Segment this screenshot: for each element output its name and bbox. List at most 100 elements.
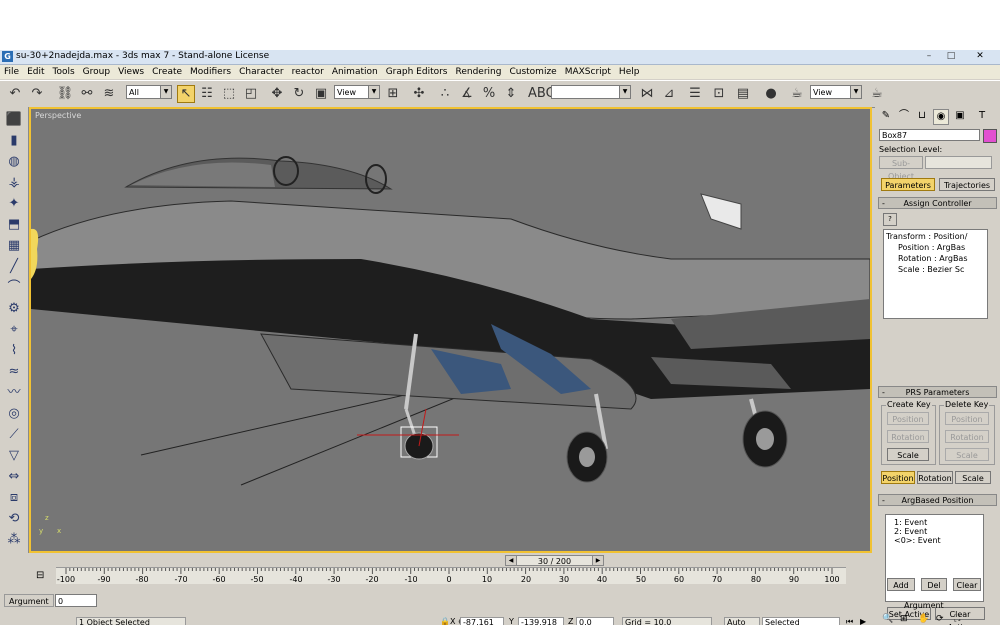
create-sphere-icon[interactable]: ◍ bbox=[5, 153, 23, 171]
key-filter-dropdown[interactable]: Selected bbox=[762, 617, 840, 625]
tree-item-rotation[interactable]: Rotation : ArgBas bbox=[898, 254, 968, 263]
modifier-noise-icon[interactable]: ⁂ bbox=[5, 531, 23, 549]
selection-filter-dropdown[interactable]: All ▼ bbox=[126, 85, 172, 99]
sub-object-button[interactable]: Sub-Object bbox=[879, 156, 923, 181]
argbased-position-rollout[interactable]: - ArgBased Position bbox=[878, 494, 997, 506]
goto-start-icon[interactable]: ⏮ bbox=[846, 617, 853, 625]
prs-parameters-rollout[interactable]: - PRS Parameters bbox=[878, 386, 997, 398]
menu-views[interactable]: Views bbox=[114, 65, 148, 79]
menu-group[interactable]: Group bbox=[79, 65, 114, 79]
assign-controller-rollout[interactable]: - Assign Controller bbox=[878, 197, 997, 209]
tree-item-scale[interactable]: Scale : Bezier Sc bbox=[898, 265, 964, 274]
create-key-rotation-button[interactable]: Rotation bbox=[887, 430, 929, 443]
select-object-icon[interactable]: ↖ bbox=[177, 85, 195, 103]
mirror-icon[interactable]: ⋈ bbox=[638, 85, 656, 103]
window-crossing-icon[interactable]: ◰ bbox=[242, 85, 260, 103]
tree-item-transform[interactable]: Transform : Position/ bbox=[886, 232, 967, 241]
track-bar-icon[interactable]: ⊟ bbox=[36, 570, 44, 581]
create-shape-icon[interactable]: ⌒ bbox=[5, 279, 23, 297]
object-name-field[interactable]: Box87 bbox=[879, 129, 980, 141]
utilities-tab-icon[interactable]: T bbox=[975, 109, 989, 123]
menu-tools[interactable]: Tools bbox=[49, 65, 79, 79]
assign-controller-icon[interactable]: ? bbox=[883, 213, 897, 226]
hierarchy-tab-icon[interactable]: ⊔ bbox=[915, 109, 929, 123]
perspective-viewport[interactable]: Perspective z x y bbox=[29, 107, 872, 553]
prs-position-tab[interactable]: Position bbox=[881, 471, 915, 484]
create-gear-icon[interactable]: ⚙ bbox=[5, 300, 23, 318]
create-key-position-button[interactable]: Position bbox=[887, 412, 929, 425]
modifier-taper-icon[interactable]: ▽ bbox=[5, 447, 23, 465]
percent-snap-icon[interactable]: % bbox=[480, 85, 498, 103]
snap-toggle-icon[interactable]: ∴ bbox=[436, 85, 454, 103]
menu-reactor[interactable]: reactor bbox=[288, 65, 328, 79]
material-editor-icon[interactable]: ● bbox=[762, 85, 780, 103]
quick-render-icon[interactable]: ☕ bbox=[868, 85, 886, 103]
redo-icon[interactable]: ↷ bbox=[28, 85, 46, 103]
menu-animation[interactable]: Animation bbox=[328, 65, 382, 79]
spinner-snap-icon[interactable]: ⇕ bbox=[502, 85, 520, 103]
create-box-icon[interactable]: ⬛ bbox=[5, 111, 23, 129]
create-camera-icon[interactable]: ⌖ bbox=[5, 321, 23, 339]
menu-maxscript[interactable]: MAXScript bbox=[561, 65, 615, 79]
x-coordinate-field[interactable]: -87.161 bbox=[460, 617, 504, 625]
menu-help[interactable]: Help bbox=[615, 65, 644, 79]
y-coordinate-field[interactable]: -139.918 bbox=[518, 617, 564, 625]
time-slider-prev-icon[interactable]: ◀ bbox=[506, 556, 517, 565]
clear-events-button[interactable]: Clear bbox=[953, 578, 981, 591]
delete-event-button[interactable]: Del bbox=[921, 578, 947, 591]
modifier-ripple-icon[interactable]: ◎ bbox=[5, 405, 23, 423]
maximize-button[interactable]: □ bbox=[940, 50, 962, 63]
event-list-item[interactable]: 2: Event bbox=[894, 527, 927, 536]
display-tab-icon[interactable]: ▣ bbox=[953, 109, 967, 123]
reference-coord-dropdown[interactable]: View ▼ bbox=[334, 85, 380, 99]
curve-editor-icon[interactable]: ⊡ bbox=[710, 85, 728, 103]
create-bone-icon[interactable]: ✦ bbox=[5, 195, 23, 213]
modifier-wave-icon[interactable]: 〰 bbox=[5, 384, 23, 402]
undo-icon[interactable]: ↶ bbox=[6, 85, 24, 103]
close-button[interactable]: ✕ bbox=[962, 50, 998, 63]
modifier-skew-icon[interactable]: ⟋ bbox=[5, 426, 23, 444]
pan-icon[interactable]: ✋ bbox=[918, 614, 929, 624]
add-event-button[interactable]: Add bbox=[887, 578, 915, 591]
select-by-name-icon[interactable]: ☷ bbox=[198, 85, 216, 103]
manipulate-icon[interactable]: ✣ bbox=[410, 85, 428, 103]
object-color-swatch[interactable] bbox=[983, 129, 997, 143]
layer-manager-icon[interactable]: ☰ bbox=[686, 85, 704, 103]
render-type-dropdown[interactable]: View ▼ bbox=[810, 85, 862, 99]
angle-snap-icon[interactable]: ∡ bbox=[458, 85, 476, 103]
play-icon[interactable]: ▶ bbox=[860, 617, 866, 625]
sub-object-dropdown[interactable] bbox=[925, 156, 992, 169]
menu-rendering[interactable]: Rendering bbox=[452, 65, 506, 79]
argument-value-field[interactable]: 0 bbox=[55, 594, 97, 607]
event-list-item[interactable]: 1: Event bbox=[894, 518, 927, 527]
menu-edit[interactable]: Edit bbox=[23, 65, 48, 79]
delete-key-scale-button[interactable]: Scale bbox=[945, 448, 989, 461]
modifier-lathe-icon[interactable]: ⟲ bbox=[5, 510, 23, 528]
zoom-all-icon[interactable]: ⊞ bbox=[900, 614, 908, 624]
zoom-icon[interactable]: 🔍 bbox=[882, 614, 893, 624]
render-scene-icon[interactable]: ☕ bbox=[788, 85, 806, 103]
event-list-item[interactable]: <0>: Event bbox=[894, 536, 941, 545]
orbit-icon[interactable]: ⟳ bbox=[936, 614, 944, 624]
schematic-view-icon[interactable]: ▤ bbox=[734, 85, 752, 103]
time-slider-next-icon[interactable]: ▶ bbox=[592, 556, 603, 565]
menu-modifiers[interactable]: Modifiers bbox=[186, 65, 235, 79]
menu-file[interactable]: File bbox=[0, 65, 23, 79]
lock-selection-icon[interactable]: 🔒 bbox=[440, 617, 450, 625]
create-cylinder-icon[interactable]: ▮ bbox=[5, 132, 23, 150]
select-move-icon[interactable]: ✥ bbox=[268, 85, 286, 103]
create-tab-icon[interactable]: ✎ bbox=[879, 109, 893, 123]
delete-key-position-button[interactable]: Position bbox=[945, 412, 989, 425]
delete-key-rotation-button[interactable]: Rotation bbox=[945, 430, 989, 443]
align-icon[interactable]: ⊿ bbox=[660, 85, 678, 103]
menu-character[interactable]: Character bbox=[235, 65, 287, 79]
create-line-icon[interactable]: ╱ bbox=[5, 258, 23, 276]
menu-create[interactable]: Create bbox=[148, 65, 186, 79]
named-selection-sets-dropdown[interactable]: ▼ bbox=[551, 85, 631, 99]
motion-tab-icon[interactable]: ◉ bbox=[933, 109, 949, 125]
bind-space-warp-icon[interactable]: ≋ bbox=[100, 85, 118, 103]
menu-customize[interactable]: Customize bbox=[505, 65, 560, 79]
track-bar[interactable]: -100 -90 -80 -70 -60 -50 -40 -30 -20 -10… bbox=[56, 567, 846, 584]
pivot-center-icon[interactable]: ⊞ bbox=[384, 85, 402, 103]
minimize-button[interactable]: – bbox=[918, 50, 940, 63]
